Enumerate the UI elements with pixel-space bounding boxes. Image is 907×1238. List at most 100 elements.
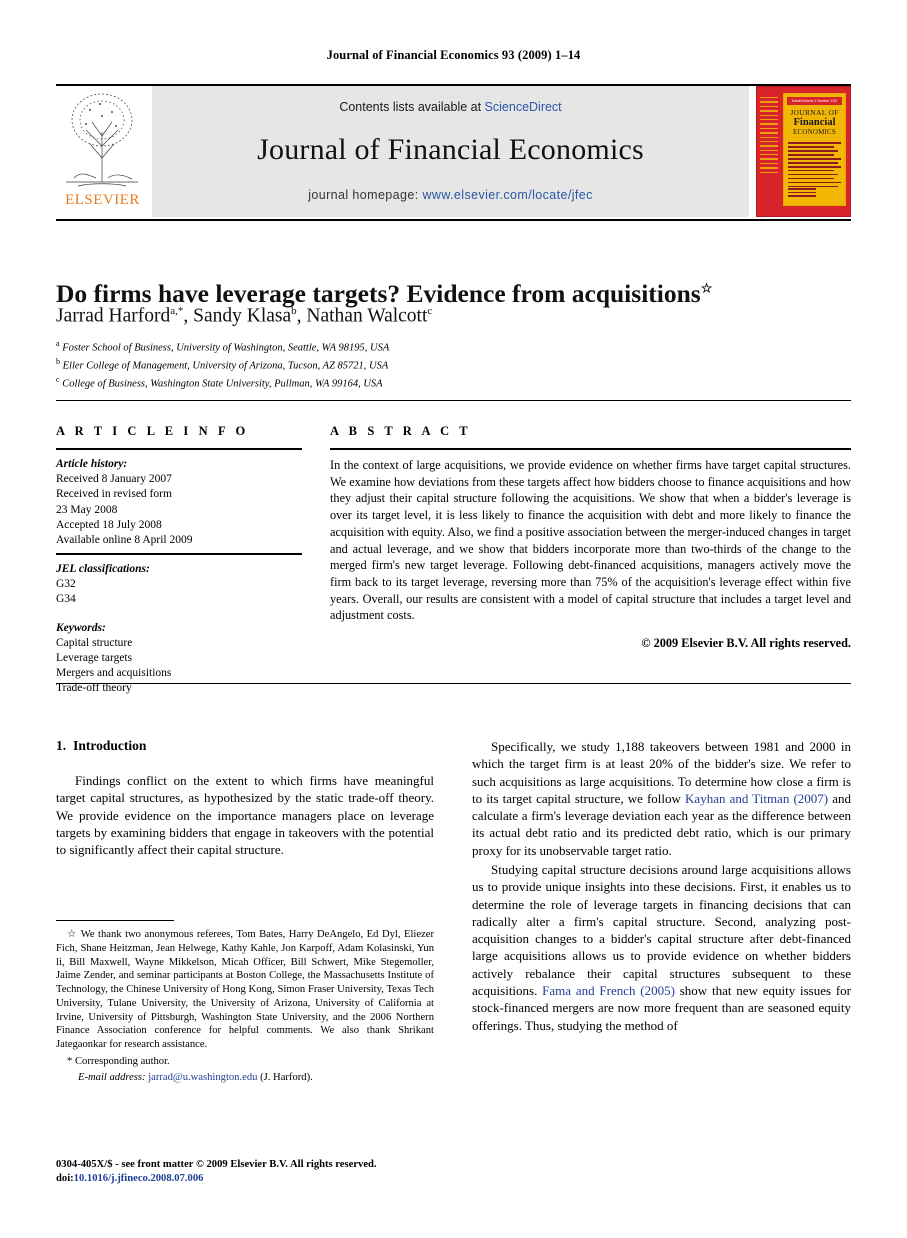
section-title: Introduction [73,738,147,753]
running-head: Journal of Financial Economics 93 (2009)… [326,48,581,62]
cover-issue-bar: March/Volume 1 Number XXX [787,97,842,105]
affiliation-a: a Foster School of Business, University … [56,338,851,356]
abstract-column: A B S T R A C T In the context of large … [330,424,851,651]
author-2-affil-marker: b [291,305,297,317]
footnote-corresponding-text: Corresponding author. [74,1055,170,1067]
intro-paragraph-2: Specifically, we study 1,188 takeovers b… [472,738,851,859]
cover-toc-lines [788,142,841,190]
contents-prefix: Contents lists available at [339,100,485,114]
author-1-affil-marker: a,* [170,305,184,317]
author-3-affil-marker: c [427,305,433,317]
elsevier-logo: ELSEVIER [56,86,149,217]
keyword-1: Leverage targets [56,651,133,664]
footnote-email-line: E-mail address: jarrad@u.washington.edu … [56,1071,434,1085]
elsevier-wordmark: ELSEVIER [65,192,140,208]
history-item-2: 23 May 2008 [56,503,118,516]
paper-page: Journal of Financial Economics 93 (2009)… [0,0,907,1238]
footnote-acknowledgements: ☆ We thank two anonymous referees, Tom B… [56,928,434,1052]
author-3: Nathan Walcott [306,305,428,327]
affiliation-c: c College of Business, Washington State … [56,374,851,392]
section-number: 1. [56,738,67,753]
section-heading-introduction: 1. Introduction [56,738,434,754]
journal-banner: ELSEVIER Contents lists available at Sci… [56,86,851,217]
journal-homepage-line: journal homepage: www.elsevier.com/locat… [152,188,749,202]
intro-paragraph-1: Findings conflict on the extent to which… [56,773,434,858]
article-history-rule [56,553,302,556]
cover-title: JOURNAL OF Financial ECONOMICS [787,108,842,136]
info-bottom-rule [56,683,851,684]
cover-title-line2: Financial [793,117,836,128]
contents-lists-line: Contents lists available at ScienceDirec… [152,100,749,114]
title-footnote-marker: ☆ [700,280,713,296]
keyword-2: Mergers and acquisitions [56,667,172,680]
keyword-0: Capital structure [56,636,133,649]
author-list: Jarrad Harforda,*, Sandy Klasab, Nathan … [56,305,433,327]
affiliation-c-text: College of Business, Washington State Un… [62,378,383,390]
paper-title-text: Do firms have leverage targets? Evidence… [56,279,701,309]
banner-rule-bottom [56,219,851,221]
author-1: Jarrad Harford [56,305,171,327]
banner-panel: Contents lists available at ScienceDirec… [152,86,749,217]
footnote-rule [56,920,174,921]
article-info-rule [56,448,302,450]
elsevier-tree-icon [66,93,138,187]
footnote-block: ☆ We thank two anonymous referees, Tom B… [56,928,434,1086]
history-item-4: Available online 8 April 2009 [56,533,193,546]
intro-paragraph-3: Studying capital structure decisions aro… [472,861,851,1034]
jel-block: JEL classifications: G32 G34 [56,562,302,608]
affiliation-b-text: Eller College of Management, University … [62,360,389,372]
body-column-left: 1. Introduction Findings conflict on the … [56,738,434,860]
affiliation-b-marker: b [56,356,60,366]
cover-title-line3: ECONOMICS [792,128,837,136]
info-top-rule [56,400,851,401]
abstract-text: In the context of large acquisitions, we… [330,458,851,623]
history-item-3: Accepted 18 July 2008 [56,518,162,531]
footer-issn-block: 0304-405X/$ - see front matter © 2009 El… [56,1158,476,1186]
journal-title: Journal of Financial Economics [257,133,644,166]
homepage-link[interactable]: www.elsevier.com/locate/jfec [422,188,592,202]
intro-p3-part-a: Studying capital structure decisions aro… [472,861,851,998]
jel-label: JEL classifications: [56,563,150,576]
cover-spine [760,97,780,206]
abstract-rule [330,448,851,450]
affiliation-a-text: Foster School of Business, University of… [62,342,390,354]
history-item-1: Received in revised form [56,488,172,501]
affiliation-list: a Foster School of Business, University … [56,338,851,392]
keywords-label: Keywords: [56,621,106,634]
email-address-label: E-mail address: [78,1071,146,1083]
affiliation-b: b Eller College of Management, Universit… [56,356,851,374]
affiliation-c-marker: c [56,374,60,384]
history-item-0: Received 8 January 2007 [56,473,172,486]
email-link[interactable]: jarrad@u.washington.edu [148,1072,257,1083]
article-history-block: Article history: Received 8 January 2007… [56,457,302,548]
doi-line: doi:10.1016/j.jfineco.2008.07.006 [56,1172,476,1186]
author-2: Sandy Klasa [193,305,292,327]
homepage-prefix: journal homepage: [308,188,423,202]
jel-code-0: G32 [56,578,76,591]
journal-cover-thumbnail[interactable]: March/Volume 1 Number XXX JOURNAL OF Fin… [756,86,851,217]
footnote-star-text: We thank two anonymous referees, Tom Bat… [56,929,434,1051]
abstract-heading: A B S T R A C T [330,424,472,438]
article-info-heading: A R T I C L E I N F O [56,424,249,438]
footnote-star-marker: ☆ [67,929,78,940]
cover-title-line1: JOURNAL OF [790,108,839,117]
citation-kayhan-titman[interactable]: Kayhan and Titman (2007) [685,791,828,806]
body-column-right: Specifically, we study 1,188 takeovers b… [472,738,851,1036]
cover-panel: March/Volume 1 Number XXX JOURNAL OF Fin… [783,93,846,206]
email-owner: (J. Harford). [260,1071,313,1083]
doi-label: doi: [56,1173,74,1185]
abstract-copyright: © 2009 Elsevier B.V. All rights reserved… [641,636,851,651]
keywords-block: Keywords: Capital structure Leverage tar… [56,621,302,697]
paper-title: Do firms have leverage targets? Evidence… [56,279,851,308]
affiliation-a-marker: a [56,339,60,348]
jel-code-1: G34 [56,593,76,606]
article-history-label: Article history: [56,458,128,470]
sciencedirect-link[interactable]: ScienceDirect [485,100,562,114]
article-info-column: A R T I C L E I N F O Article history: R… [56,424,302,696]
doi-link[interactable]: 10.1016/j.jfineco.2008.07.006 [74,1173,204,1184]
citation-fama-french[interactable]: Fama and French (2005) [542,983,675,998]
footnote-asterisk-marker: * [67,1055,73,1067]
footnote-corresponding-author: * Corresponding author. [56,1055,434,1069]
issn-line: 0304-405X/$ - see front matter © 2009 El… [56,1159,377,1170]
